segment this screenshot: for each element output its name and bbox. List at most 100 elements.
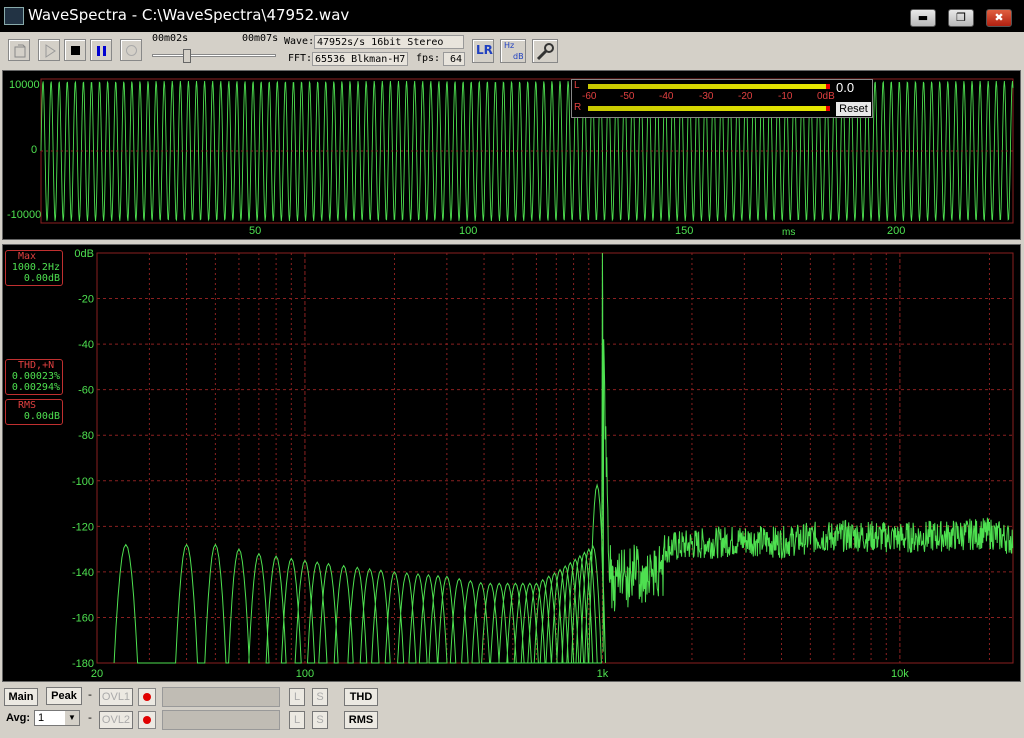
play-icon (45, 44, 56, 58)
spectrum-plot: 0dB-20-40-60-80-100-120-140-160-18020 100… (72, 248, 1014, 680)
settings-button[interactable] (532, 39, 558, 63)
max-readout-box: Max 1000.2Hz 0.00dB (5, 250, 63, 286)
meter-left-track (588, 84, 828, 89)
meter-peak-readout: 0.0 (836, 80, 855, 95)
meter-right-peak (826, 106, 830, 111)
hz-db-scale-button[interactable]: Hz dB (500, 39, 526, 63)
rms-readout-box: RMS 0.00dB (5, 399, 63, 425)
toolbar: 00m02s 00m07s Wave: 47952s/s 16bit Stere… (0, 32, 1024, 68)
thdn-value: 0.00294% (11, 382, 60, 393)
ovl2-record-button[interactable] (138, 711, 156, 729)
wave-y-label-top: 10000 (9, 79, 40, 91)
spectrum-x-tick-label: 100 (296, 668, 314, 680)
stop-icon (71, 46, 80, 55)
meter-left-bar (588, 84, 826, 89)
wave-x-unit: ms (782, 227, 796, 238)
meter-reset-button[interactable]: Reset (836, 102, 871, 116)
play-button[interactable] (38, 39, 60, 61)
meter-scale-60: -60 (582, 91, 597, 102)
position-end-time: 00m07s (242, 33, 279, 44)
meter-scale-10: -10 (778, 91, 793, 102)
wave-x-label-200: 200 (887, 225, 906, 237)
ovl2-l-button[interactable]: L (289, 711, 305, 729)
close-icon: ✖ (994, 11, 1004, 24)
meter-scale-20: -20 (738, 91, 753, 102)
spectrum-y-tick-label: -140 (72, 567, 94, 579)
ovl2-button[interactable]: OVL2 (99, 711, 133, 729)
spectrum-y-tick-label: -40 (78, 339, 94, 351)
minimize-button[interactable]: ▬ (910, 9, 936, 27)
stop-button[interactable] (64, 39, 86, 61)
restore-button[interactable]: ❐ (948, 9, 974, 27)
wave-x-label-50: 50 (249, 225, 262, 237)
ovl1-record-button[interactable] (138, 688, 156, 706)
max-level: 0.00dB (23, 273, 60, 284)
fps-label: fps: (416, 53, 441, 64)
main-window: 00m02s 00m07s Wave: 47952s/s 16bit Stere… (0, 32, 1024, 738)
thd-readout-box: THD,+N 0.00023% 0.00294% (5, 359, 63, 395)
ovl1-dash: - (88, 688, 92, 701)
thd-title: THD,+N (18, 360, 55, 371)
waveform-panel: 10000 0 -10000 50 100 150 ms 200 L R -60… (2, 70, 1021, 240)
pause-icon (97, 46, 106, 56)
spectrum-x-tick-label: 10k (891, 668, 909, 680)
chevron-down-icon[interactable]: ▼ (65, 711, 79, 725)
wave-y-label-bottom: -10000 (7, 209, 42, 221)
spectrum-y-tick-label: -20 (78, 294, 94, 306)
level-meter: L R -60 -50 -40 -30 -20 -10 0dB 0.0 Rese… (571, 79, 873, 118)
ovl2-dash: - (88, 711, 92, 724)
avg-select[interactable]: 1 ▼ (34, 710, 80, 726)
spectrum-y-tick-label: -160 (72, 612, 94, 624)
rms-button[interactable]: RMS (344, 711, 378, 729)
meter-scale-50: -50 (620, 91, 635, 102)
wave-x-label-150: 150 (675, 225, 694, 237)
max-frequency: 1000.2Hz (11, 262, 60, 273)
title-bar: WaveSpectra - C:\WaveSpectra\47952.wav ▬… (0, 0, 1024, 32)
meter-left-label: L (574, 80, 580, 91)
spectrum-y-tick-label: 0dB (74, 248, 94, 260)
wave-format-field: 47952s/s 16bit Stereo (314, 35, 464, 49)
slider-track (152, 54, 276, 57)
hz-icon: Hz (504, 41, 515, 50)
position-slider[interactable] (152, 49, 276, 63)
ovl1-button[interactable]: OVL1 (99, 688, 133, 706)
ovl1-name-field[interactable] (162, 687, 280, 707)
rms-level: 0.00dB (23, 411, 60, 422)
spectrum-y-tick-label: -100 (72, 476, 94, 488)
main-button[interactable]: Main (4, 688, 38, 706)
meter-right-track (588, 106, 828, 111)
open-file-button[interactable] (8, 39, 30, 61)
meter-scale-40: -40 (659, 91, 674, 102)
thd-button[interactable]: THD (344, 688, 378, 706)
close-button[interactable]: ✖ (986, 9, 1012, 27)
slider-thumb[interactable] (183, 49, 192, 63)
pause-button[interactable] (90, 39, 112, 61)
wave-y-label-mid: 0 (31, 144, 38, 156)
max-title: Max (18, 251, 37, 262)
meter-left-peak (826, 84, 830, 89)
spectrum-y-tick-label: -80 (78, 430, 94, 442)
meter-scale-30: -30 (699, 91, 714, 102)
ovl1-l-button[interactable]: L (289, 688, 305, 706)
record-button[interactable] (120, 39, 142, 61)
rms-title: RMS (18, 400, 37, 411)
ovl2-name-field[interactable] (162, 710, 280, 730)
app-icon[interactable] (4, 7, 24, 25)
thd-value: 0.00023% (11, 371, 60, 382)
spectrum-x-tick-label: 20 (91, 668, 103, 680)
wrench-icon (536, 43, 554, 61)
spectrum-panel: 0dB -20 -40 -60 -80 -100 -120 -140 -160 -180 20 100… (2, 244, 1021, 682)
ovl1-s-button[interactable]: S (312, 688, 328, 706)
position-start-time: 00m02s (152, 33, 189, 44)
minimize-icon: ▬ (917, 11, 929, 24)
ovl2-s-button[interactable]: S (312, 711, 328, 729)
fps-field: 64 (443, 52, 465, 66)
window-title: WaveSpectra - C:\WaveSpectra\47952.wav (28, 6, 350, 24)
meter-right-label: R (574, 102, 582, 113)
meter-scale-0db: 0dB (817, 91, 835, 102)
restore-icon: ❐ (956, 11, 966, 24)
avg-label: Avg: (6, 712, 31, 724)
peak-button[interactable]: Peak (46, 687, 82, 705)
fft-setting-field: 65536 Blkman-H7 (312, 52, 408, 66)
lr-channel-button[interactable]: LR (472, 39, 494, 63)
